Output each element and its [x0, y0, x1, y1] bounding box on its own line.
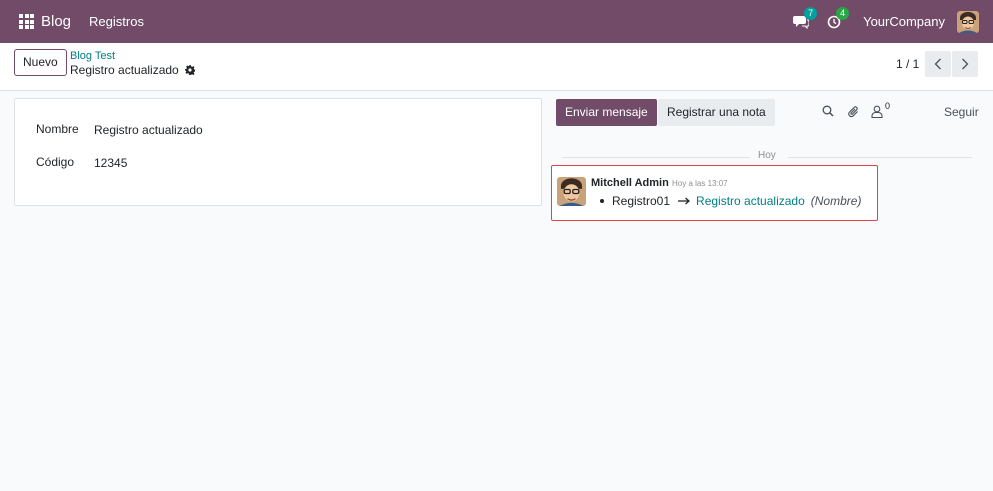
company-switcher[interactable]: YourCompany: [863, 14, 945, 29]
followers-icon[interactable]: [871, 105, 883, 118]
chevron-right-icon: [962, 58, 969, 70]
new-button[interactable]: Nuevo: [14, 49, 67, 76]
field-value-nombre[interactable]: Registro actualizado: [94, 123, 203, 137]
send-message-button[interactable]: Enviar mensaje: [556, 99, 657, 126]
gear-icon[interactable]: [184, 65, 195, 75]
search-icon[interactable]: [822, 105, 834, 117]
log-note-button[interactable]: Registrar una nota: [658, 99, 775, 126]
pager-previous-button[interactable]: [925, 51, 951, 77]
apps-grid-icon: [19, 14, 34, 29]
new-value: Registro actualizado: [696, 194, 805, 208]
field-label-codigo: Código: [36, 155, 75, 169]
tracked-field-name: (Nombre): [810, 194, 862, 208]
avatar-icon: [957, 10, 979, 33]
top-navbar: Blog Registros 7 4 YourCompany: [0, 0, 993, 43]
chevron-left-icon: [934, 58, 941, 70]
field-value-codigo[interactable]: 12345: [94, 156, 127, 170]
paperclip-icon[interactable]: [848, 105, 860, 118]
tracking-value: Registro01 Registro actualizado (Nombre): [600, 194, 861, 208]
messages-systray[interactable]: 7: [793, 6, 818, 29]
activities-systray[interactable]: 4: [827, 6, 850, 29]
menu-item-registros[interactable]: Registros: [89, 14, 144, 29]
arrow-right-icon: [678, 197, 691, 205]
apps-menu-button[interactable]: [0, 0, 34, 43]
record-title: Registro actualizado: [70, 63, 179, 77]
pager-next-button[interactable]: [952, 51, 978, 77]
user-avatar[interactable]: [957, 10, 979, 33]
breadcrumb-parent[interactable]: Blog Test: [70, 50, 115, 62]
pager-value[interactable]: 1 / 1: [896, 57, 919, 71]
bullet-icon: [600, 199, 604, 203]
control-panel: Nuevo Blog Test Registro actualizado 1 /…: [0, 43, 993, 91]
field-label-nombre: Nombre: [36, 122, 79, 136]
avatar-icon: [557, 177, 586, 206]
message-date: Hoy a las 13:07: [672, 179, 728, 188]
messages-badge: 7: [804, 6, 818, 20]
followers-count: 0: [885, 101, 891, 111]
date-separator-label: Hoy: [758, 150, 776, 161]
message-author[interactable]: Mitchell Admin: [591, 177, 669, 189]
activities-badge: 4: [836, 6, 850, 20]
app-brand[interactable]: Blog: [41, 13, 71, 30]
tracking-message: Mitchell Admin Hoy a las 13:07 Registro0…: [551, 165, 878, 221]
form-sheet: Nombre Registro actualizado Código 12345: [14, 98, 542, 206]
follow-button[interactable]: Seguir: [944, 105, 979, 119]
old-value: Registro01: [612, 194, 671, 208]
breadcrumb: Registro actualizado: [70, 63, 195, 77]
author-avatar[interactable]: [557, 177, 586, 206]
